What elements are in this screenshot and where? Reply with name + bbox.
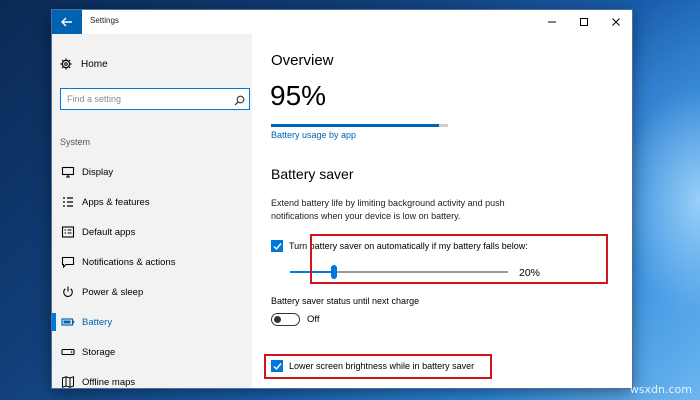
sidebar-item-storage[interactable]: Storage	[52, 339, 252, 365]
sidebar-item-offline-maps[interactable]: Offline maps	[52, 369, 252, 388]
home-link[interactable]: Home	[60, 58, 108, 70]
notifications-icon	[61, 256, 75, 269]
search-icon[interactable]	[234, 93, 245, 111]
back-arrow-icon	[61, 17, 72, 27]
close-button[interactable]	[601, 10, 631, 34]
battery-usage-link[interactable]: Battery usage by app	[271, 130, 356, 140]
home-label: Home	[81, 58, 108, 70]
sidebar-item-power-sleep[interactable]: Power & sleep	[52, 279, 252, 305]
minimize-icon	[548, 21, 556, 23]
minimize-button[interactable]	[537, 10, 567, 34]
title-bar: Settings	[52, 10, 632, 34]
sidebar-item-battery[interactable]: Battery	[52, 309, 252, 335]
saver-status-toggle[interactable]	[271, 313, 300, 326]
auto-saver-option: Turn battery saver on automatically if m…	[271, 240, 528, 252]
threshold-value: 20%	[519, 267, 541, 279]
gear-icon	[60, 58, 72, 70]
sidebar-item-label: Apps & features	[82, 197, 150, 208]
maximize-icon	[580, 18, 588, 26]
map-icon	[62, 376, 74, 388]
sidebar-item-display[interactable]: Display	[52, 159, 252, 185]
battery-level-fill	[271, 124, 440, 127]
auto-saver-checkbox[interactable]	[271, 240, 283, 252]
battery-saver-description: Extend battery life by limiting backgrou…	[271, 198, 505, 221]
storage-icon	[61, 348, 75, 356]
slider-fill	[290, 271, 334, 273]
lower-brightness-option: Lower screen brightness while in battery…	[271, 360, 474, 372]
toggle-knob	[274, 315, 281, 323]
search-placeholder: Find a setting	[67, 94, 122, 104]
search-input[interactable]: Find a setting	[60, 88, 250, 110]
main-content: Overview 95% Battery usage by app Batter…	[252, 34, 632, 388]
slider-thumb[interactable]	[330, 265, 337, 279]
maximize-button[interactable]	[569, 10, 599, 34]
sidebar-item-default-apps[interactable]: Default apps	[52, 219, 252, 245]
toggle-state-label: Off	[307, 314, 320, 325]
watermark: wsxdn.com	[629, 383, 692, 396]
sidebar-item-label: Power & sleep	[82, 287, 144, 298]
close-icon	[612, 18, 620, 26]
lower-brightness-checkbox[interactable]	[271, 360, 283, 372]
window-title: Settings	[90, 16, 119, 25]
battery-threshold-slider[interactable]	[290, 265, 508, 279]
saver-status-label: Battery saver status until next charge	[271, 296, 420, 306]
checkmark-icon	[273, 362, 282, 370]
auto-saver-label: Turn battery saver on automatically if m…	[289, 241, 528, 251]
overview-heading: Overview	[271, 52, 334, 69]
sidebar-item-label: Offline maps	[82, 377, 136, 388]
sidebar-item-label: Storage	[82, 347, 116, 358]
battery-percent: 95%	[270, 80, 327, 111]
section-label-system: System	[60, 137, 91, 147]
apps-icon	[63, 197, 73, 207]
back-button[interactable]	[52, 10, 82, 34]
sidebar-item-label: Display	[82, 167, 114, 178]
lower-brightness-label: Lower screen brightness while in battery…	[289, 361, 475, 371]
battery-saver-heading: Battery saver	[271, 166, 354, 182]
sidebar-item-notifications[interactable]: Notifications & actions	[52, 249, 252, 275]
sidebar-item-label: Default apps	[82, 227, 136, 238]
default-apps-icon	[61, 226, 75, 238]
sidebar-item-label: Battery	[82, 317, 113, 328]
sidebar-item-label: Notifications & actions	[82, 257, 176, 268]
display-icon	[61, 166, 75, 178]
checkmark-icon	[273, 242, 282, 250]
sidebar: Home Find a setting System Display Apps …	[52, 34, 252, 388]
battery-level-bar	[271, 124, 448, 127]
settings-window: Settings Home Find a setting System Disp…	[52, 10, 632, 388]
sidebar-item-apps-features[interactable]: Apps & features	[52, 189, 252, 215]
power-icon	[63, 286, 73, 297]
battery-icon	[61, 318, 75, 326]
